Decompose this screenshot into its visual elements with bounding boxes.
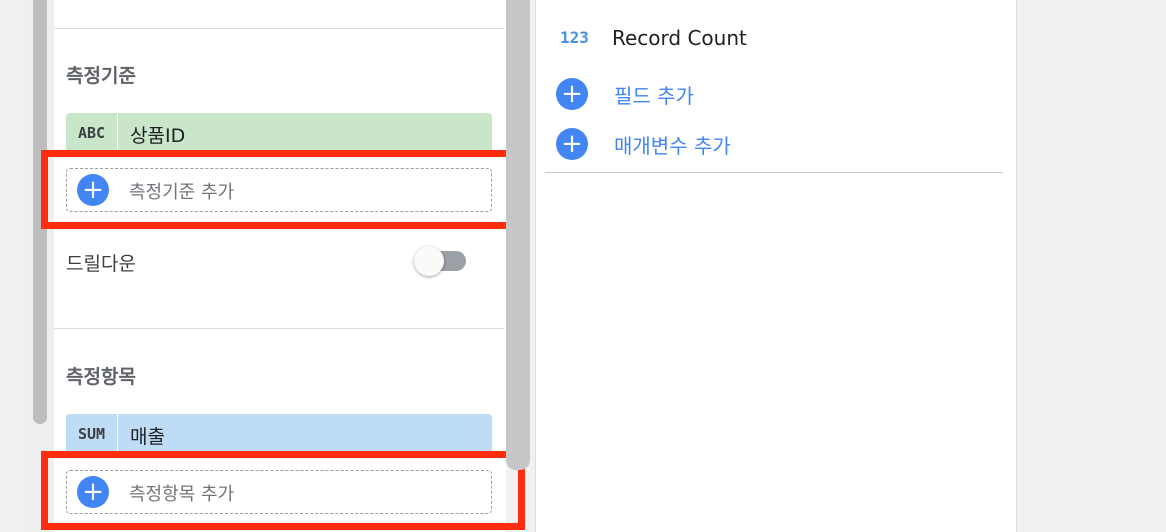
number-type-icon: 123 <box>560 28 589 47</box>
middle-scrollbar-thumb[interactable] <box>506 0 530 470</box>
metric-chip[interactable]: SUM 매출 <box>66 414 492 454</box>
dimensions-title: 측정기준 <box>66 65 136 87</box>
add-parameter-link[interactable]: 매개변수 추가 <box>614 130 731 159</box>
fields-divider <box>545 172 1003 173</box>
add-field-link[interactable]: 필드 추가 <box>614 80 694 109</box>
plus-circle-icon[interactable]: + <box>556 128 588 160</box>
text-type-icon: ABC <box>66 113 118 153</box>
metrics-title: 측정항목 <box>66 366 136 388</box>
highlight-box <box>41 451 525 530</box>
dimension-chip[interactable]: ABC 상품ID <box>66 113 492 153</box>
field-record-count[interactable]: Record Count <box>612 26 747 50</box>
plus-circle-icon[interactable]: + <box>556 78 588 110</box>
metric-chip-label: 매출 <box>130 426 165 448</box>
section-divider <box>54 328 504 329</box>
drilldown-toggle[interactable] <box>414 246 444 276</box>
section-divider <box>54 28 504 29</box>
sum-aggregation-icon: SUM <box>66 414 118 454</box>
available-fields-panel <box>535 0 1017 532</box>
highlight-box <box>41 150 525 229</box>
drilldown-label: 드릴다운 <box>66 253 136 275</box>
dimension-chip-label: 상품ID <box>130 125 186 147</box>
